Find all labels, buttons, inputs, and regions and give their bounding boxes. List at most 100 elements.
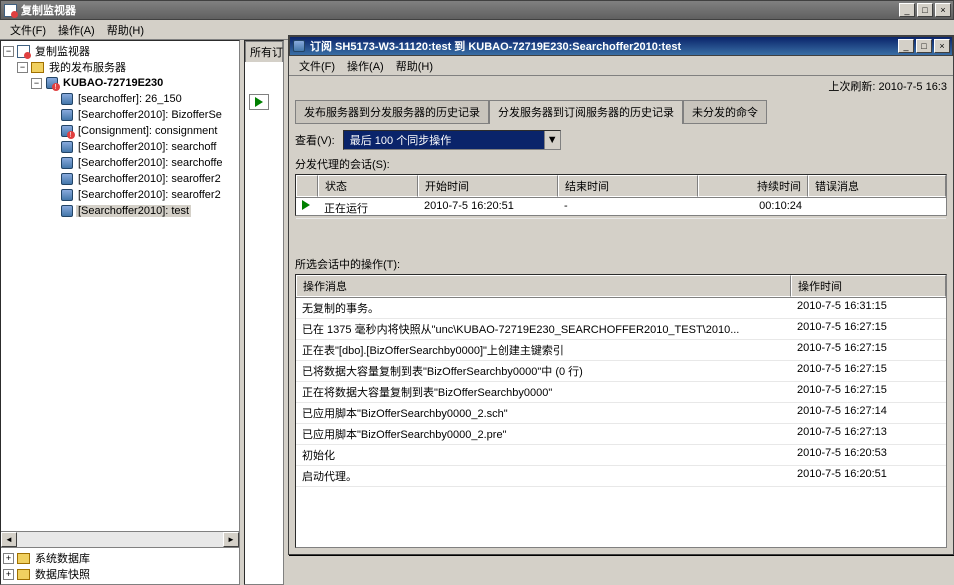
cell-op-message: 正在将数据大容量复制到表"BizOfferSearchby0000": [296, 382, 791, 402]
system-databases[interactable]: 系统数据库: [33, 550, 92, 566]
cell-op-time: 2010-7-5 16:27:15: [791, 361, 946, 381]
tree-server[interactable]: KUBAO-72719E230: [61, 77, 165, 89]
folder-icon: [30, 60, 45, 74]
col-icon[interactable]: [296, 175, 318, 197]
cell-op-message: 已应用脚本"BizOfferSearchby0000_2.pre": [296, 424, 791, 444]
publication-icon: [59, 188, 74, 202]
maximize-button[interactable]: □: [917, 3, 933, 17]
publisher-tree: − 复制监视器 − 我的发布服务器 − KUBAO-72719E230 [sea…: [1, 41, 239, 531]
sessions-label: 分发代理的会话(S):: [289, 156, 953, 174]
publication-icon: [59, 156, 74, 170]
main-title: 复制监视器: [21, 2, 899, 18]
monitor-icon: [16, 44, 31, 58]
operation-row[interactable]: 无复制的事务。2010-7-5 16:31:15: [296, 298, 946, 319]
cell-status: 正在运行: [318, 198, 418, 218]
subscription-detail-window: 订阅 SH5173-W3-11120:test 到 KUBAO-72719E23…: [288, 35, 954, 555]
chevron-down-icon[interactable]: ▼: [544, 131, 560, 149]
operations-header: 操作消息 操作时间: [296, 275, 946, 298]
tree-horizontal-scrollbar[interactable]: ◄ ►: [1, 531, 239, 547]
cell-duration: 00:10:24: [698, 198, 808, 218]
operation-row[interactable]: 正在表"[dbo].[BizOfferSearchby0000]"上创建主键索引…: [296, 340, 946, 361]
expander-icon[interactable]: −: [31, 78, 42, 89]
last-refresh-label: 上次刷新: 2010-7-5 16:3: [289, 76, 953, 96]
tab-undistributed[interactable]: 未分发的命令: [683, 100, 767, 124]
tab-pub-to-dist[interactable]: 发布服务器到分发服务器的历史记录: [295, 100, 489, 124]
sessions-grid[interactable]: 状态 开始时间 结束时间 持续时间 错误消息 正在运行 2010-7-5 16:…: [295, 174, 947, 216]
menu-action[interactable]: 操作(A): [52, 20, 101, 40]
menu-help[interactable]: 帮助(H): [101, 20, 150, 40]
publication-icon: [59, 140, 74, 154]
scroll-right-icon[interactable]: ►: [223, 532, 239, 547]
main-titlebar[interactable]: 复制监视器 _ □ ×: [0, 0, 954, 20]
menu-file[interactable]: 文件(F): [293, 56, 341, 76]
cell-op-time: 2010-7-5 16:27:15: [791, 382, 946, 402]
tree-item[interactable]: [Searchoffer2010]: searchoffe: [76, 157, 225, 169]
database-snapshots[interactable]: 数据库快照: [33, 566, 92, 582]
col-end-time[interactable]: 结束时间: [558, 175, 698, 197]
object-explorer-snippet: + 系统数据库 + 数据库快照: [1, 547, 239, 584]
cell-op-time: 2010-7-5 16:20:53: [791, 445, 946, 465]
expander-icon[interactable]: +: [3, 553, 14, 564]
cell-error: [808, 198, 946, 218]
view-filter-combo[interactable]: 最后 100 个同步操作 ▼: [343, 130, 561, 150]
col-start-time[interactable]: 开始时间: [418, 175, 558, 197]
tree-my-publishers[interactable]: 我的发布服务器: [47, 59, 128, 75]
cell-op-message: 正在表"[dbo].[BizOfferSearchby0000]"上创建主键索引: [296, 340, 791, 360]
operation-row[interactable]: 正在将数据大容量复制到表"BizOfferSearchby0000"2010-7…: [296, 382, 946, 403]
detail-titlebar[interactable]: 订阅 SH5173-W3-11120:test 到 KUBAO-72719E23…: [289, 36, 953, 56]
col-op-time[interactable]: 操作时间: [791, 275, 946, 297]
col-status[interactable]: 状态: [318, 175, 418, 197]
menu-file[interactable]: 文件(F): [4, 20, 52, 40]
expander-icon[interactable]: −: [3, 46, 14, 57]
tree-item[interactable]: [Searchoffer2010]: searchoff: [76, 141, 218, 153]
combo-selected: 最后 100 个同步操作: [344, 131, 544, 149]
app-icon: [3, 3, 17, 17]
tree-item-selected[interactable]: [Searchoffer2010]: test: [76, 205, 191, 217]
col-error[interactable]: 错误消息: [808, 175, 946, 197]
col-op-message[interactable]: 操作消息: [296, 275, 791, 297]
publication-icon: [59, 204, 74, 218]
col-duration[interactable]: 持续时间: [698, 175, 808, 197]
tab-dist-to-sub[interactable]: 分发服务器到订阅服务器的历史记录: [489, 100, 683, 124]
running-icon: [296, 198, 318, 218]
operation-row[interactable]: 已在 1375 毫秒内将快照从"unc\KUBAO-72719E230_SEAR…: [296, 319, 946, 340]
close-button[interactable]: ×: [934, 39, 950, 53]
tree-item[interactable]: [Searchoffer2010]: searoffer2: [76, 173, 223, 185]
maximize-button[interactable]: □: [916, 39, 932, 53]
detail-menubar: 文件(F) 操作(A) 帮助(H): [289, 56, 953, 76]
cell-op-message: 已应用脚本"BizOfferSearchby0000_2.sch": [296, 403, 791, 423]
close-button[interactable]: ×: [935, 3, 951, 17]
cell-start: 2010-7-5 16:20:51: [418, 198, 558, 218]
cell-op-time: 2010-7-5 16:27:14: [791, 403, 946, 423]
running-status-icon: [249, 94, 269, 110]
folder-icon: [16, 551, 31, 565]
operation-row[interactable]: 启动代理。2010-7-5 16:20:51: [296, 466, 946, 487]
operations-grid[interactable]: 操作消息 操作时间 无复制的事务。2010-7-5 16:31:15已在 137…: [295, 274, 947, 548]
menu-help[interactable]: 帮助(H): [390, 56, 439, 76]
operation-row[interactable]: 已应用脚本"BizOfferSearchby0000_2.pre"2010-7-…: [296, 424, 946, 445]
expander-icon[interactable]: −: [17, 62, 28, 73]
cell-end: -: [558, 198, 698, 218]
left-tree-pane[interactable]: − 复制监视器 − 我的发布服务器 − KUBAO-72719E230 [sea…: [0, 40, 240, 585]
tree-item[interactable]: [searchoffer]: 26_150: [76, 93, 184, 105]
menu-action[interactable]: 操作(A): [341, 56, 390, 76]
tab-all-subscriptions[interactable]: 所有订: [245, 41, 283, 62]
operation-row[interactable]: 初始化2010-7-5 16:20:53: [296, 445, 946, 466]
window-icon: [292, 39, 306, 53]
tree-item[interactable]: [Searchoffer2010]: BizofferSe: [76, 109, 224, 121]
cell-op-time: 2010-7-5 16:27:15: [791, 319, 946, 339]
minimize-button[interactable]: _: [899, 3, 915, 17]
tree-root[interactable]: 复制监视器: [33, 43, 92, 59]
tree-item[interactable]: [Searchoffer2010]: searoffer2: [76, 189, 223, 201]
detail-title: 订阅 SH5173-W3-11120:test 到 KUBAO-72719E23…: [310, 38, 898, 54]
scroll-left-icon[interactable]: ◄: [1, 532, 17, 547]
operations-label: 所选会话中的操作(T):: [289, 256, 953, 274]
operation-row[interactable]: 已应用脚本"BizOfferSearchby0000_2.sch"2010-7-…: [296, 403, 946, 424]
publication-warn-icon: [59, 124, 74, 138]
operation-row[interactable]: 已将数据大容量复制到表"BizOfferSearchby0000"中 (0 行)…: [296, 361, 946, 382]
folder-icon: [16, 567, 31, 581]
expander-icon[interactable]: +: [3, 569, 14, 580]
tree-item[interactable]: [Consignment]: consignment: [76, 125, 219, 137]
minimize-button[interactable]: _: [898, 39, 914, 53]
view-label: 查看(V):: [295, 132, 335, 148]
